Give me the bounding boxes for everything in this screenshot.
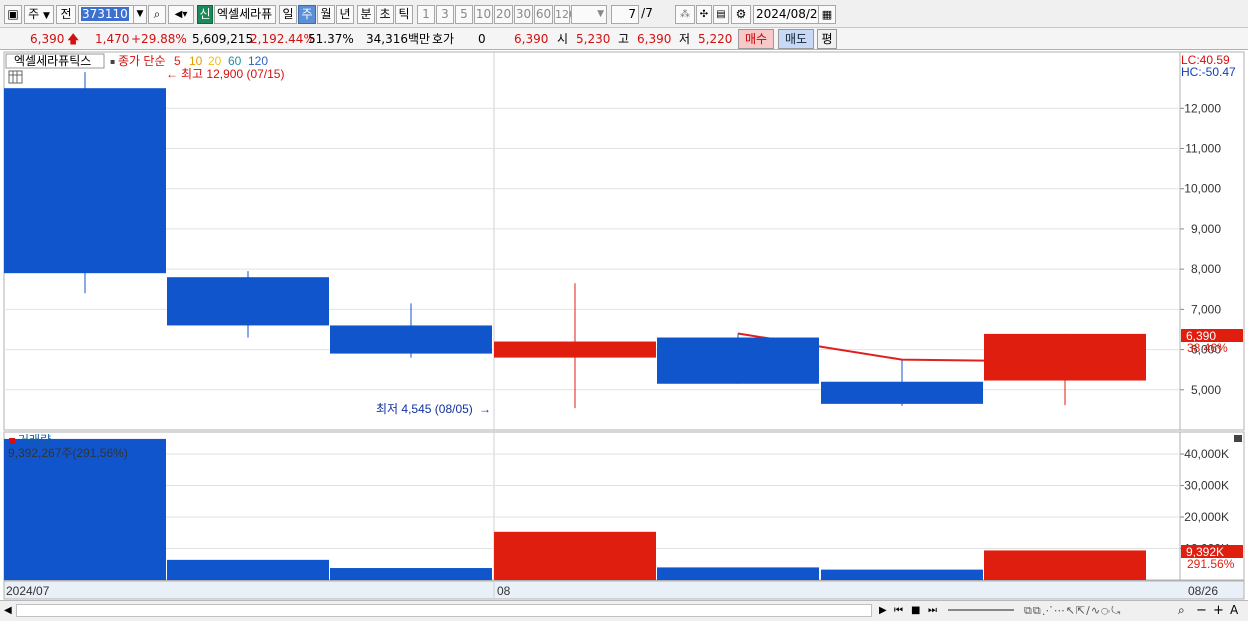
legend-marker-icon: ▪ <box>110 57 115 66</box>
stop-icon[interactable]: ■ <box>911 603 925 618</box>
volume-info: 9,392,267주(291.56%) <box>8 446 128 460</box>
candle-body <box>984 333 1146 381</box>
price-tick-label: 8,000 <box>1191 262 1221 276</box>
low-annotation: 최저 4,545 (08/05) <box>376 402 473 416</box>
volume-bar <box>494 531 656 580</box>
volume-bar <box>330 568 492 580</box>
scroll-left-icon[interactable]: ◀ <box>4 603 14 618</box>
legend-ma-5: 5 <box>174 54 181 68</box>
text-size-icon[interactable]: A <box>1230 603 1244 618</box>
candle-body <box>821 381 983 404</box>
candle-body <box>167 277 329 326</box>
scroll-right-icon[interactable]: ▶ <box>879 603 891 618</box>
volume-bar <box>167 559 329 580</box>
volume-title: 거래량 <box>18 433 51 447</box>
drawing-tools[interactable]: ⧉⧉⋰⋯↖⇱∕∿⧂⤿ <box>1024 603 1174 618</box>
zoom-slider[interactable] <box>948 609 1014 611</box>
hc-label: HC:-50.47 <box>1181 65 1236 79</box>
candle-body <box>494 341 656 358</box>
price-tick-label: 10,000 <box>1184 182 1221 196</box>
close-icon[interactable] <box>1234 435 1242 442</box>
volume-marker-icon: ▪ <box>8 433 16 447</box>
zoom-in-icon[interactable]: + <box>1213 603 1227 618</box>
high-annotation: 최고 12,900 (07/15) <box>181 67 284 81</box>
rewind-icon[interactable]: ⏮ <box>894 603 908 618</box>
legend-name: 엑셀세라퓨틱스 <box>14 54 91 68</box>
legend-type: 종가 단순 <box>118 54 166 68</box>
high-arrow-icon: ← <box>166 67 178 81</box>
legend-ma-120: 120 <box>248 54 268 68</box>
volume-tick-label: 20,000K <box>1184 510 1229 524</box>
date-label-mid: 08 <box>497 584 511 598</box>
magnifier-icon[interactable]: ⌕ <box>1178 603 1192 618</box>
volume-tag-pct: 291.56% <box>1187 557 1235 571</box>
volume-bar <box>657 567 819 580</box>
date-axis-panel <box>3 580 1245 600</box>
volume-tick-label: 30,000K <box>1184 479 1229 493</box>
horizontal-scrollbar[interactable] <box>16 604 872 617</box>
zoom-out-icon[interactable]: − <box>1196 603 1210 618</box>
bottom-toolbar: ◀ ▶ ⏮ ■ ⏭ ⧉⧉⋰⋯↖⇱∕∿⧂⤿ ⌕ − + A <box>0 600 1248 621</box>
price-tick-label: 9,000 <box>1191 222 1221 236</box>
legend-ma-20: 20 <box>208 54 222 68</box>
candle-body <box>4 88 166 274</box>
candle-body <box>657 337 819 384</box>
volume-bar <box>821 569 983 580</box>
price-tag-pct: 38.46% <box>1187 341 1228 355</box>
legend-ma-60: 60 <box>228 54 242 68</box>
date-label-right: 08/26 <box>1188 584 1218 598</box>
fast-forward-icon[interactable]: ⏭ <box>928 603 942 618</box>
price-tick-label: 7,000 <box>1191 302 1221 316</box>
price-tick-label: 12,000 <box>1184 101 1221 115</box>
legend-ma-10: 10 <box>189 54 203 68</box>
volume-tick-label: 40,000K <box>1184 447 1229 461</box>
low-arrow-icon: → <box>479 402 491 416</box>
volume-bar <box>4 438 166 580</box>
table-icon[interactable] <box>8 70 23 84</box>
price-chart-svg: 5,0006,0007,0008,0009,00010,00011,00012,… <box>3 51 1245 600</box>
volume-bar <box>984 550 1146 580</box>
price-tick-label: 11,000 <box>1185 142 1221 156</box>
date-label-left: 2024/07 <box>6 584 50 598</box>
price-tick-label: 5,000 <box>1191 383 1221 397</box>
candle-body <box>330 325 492 354</box>
